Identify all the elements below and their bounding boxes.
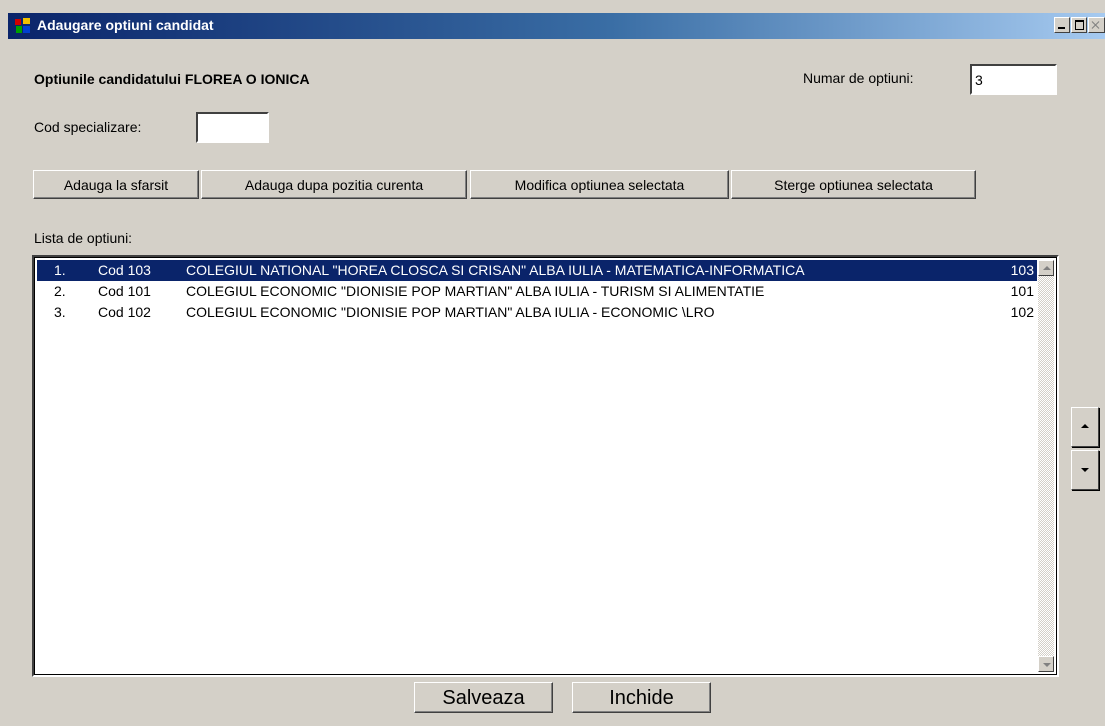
minimize-button[interactable] <box>1054 17 1070 33</box>
item-cod: Cod 101 <box>98 283 151 299</box>
list-scrollbar[interactable] <box>1038 260 1054 672</box>
app-icon <box>15 18 30 33</box>
list-item[interactable]: 3. Cod 102 COLEGIUL ECONOMIC "DIONISIE P… <box>37 302 1037 323</box>
list-item[interactable]: 2. Cod 101 COLEGIUL ECONOMIC "DIONISIE P… <box>37 281 1037 302</box>
save-button[interactable]: Salveaza <box>414 682 553 713</box>
dialog-window: Adaugare optiuni candidat Optiunile cand… <box>0 0 1105 726</box>
item-code: 103 <box>1010 262 1034 278</box>
arrow-down-icon <box>1081 468 1089 472</box>
modify-selected-button[interactable]: Modifica optiunea selectata <box>470 170 729 199</box>
add-after-current-button[interactable]: Adauga dupa pozitia curenta <box>201 170 467 199</box>
item-name: COLEGIUL ECONOMIC "DIONISIE POP MARTIAN"… <box>186 283 765 299</box>
options-list-label: Lista de optiuni: <box>34 230 133 246</box>
cod-specializare-input[interactable] <box>196 112 269 143</box>
scroll-down-arrow[interactable] <box>1038 656 1054 672</box>
options-listbox[interactable]: 1. Cod 103 COLEGIUL NATIONAL "HOREA CLOS… <box>32 255 1059 677</box>
triangle-up-icon <box>1043 266 1051 270</box>
option-count-field[interactable] <box>970 64 1057 95</box>
item-number: 3. <box>54 304 66 320</box>
item-number: 1. <box>54 262 66 278</box>
close-window-button[interactable] <box>1088 17 1105 33</box>
item-code: 101 <box>1010 283 1034 299</box>
maximize-button[interactable] <box>1071 17 1087 33</box>
cod-specializare-label: Cod specializare: <box>34 119 142 135</box>
move-up-button[interactable] <box>1071 407 1099 447</box>
list-item[interactable]: 1. Cod 103 COLEGIUL NATIONAL "HOREA CLOS… <box>37 260 1037 281</box>
triangle-down-icon <box>1043 663 1051 667</box>
title-bar[interactable]: Adaugare optiuni candidat <box>8 13 1105 39</box>
close-button[interactable]: Inchide <box>572 682 711 713</box>
move-down-button[interactable] <box>1071 450 1099 490</box>
scroll-up-arrow[interactable] <box>1038 260 1054 276</box>
item-cod: Cod 102 <box>98 304 151 320</box>
item-name: COLEGIUL NATIONAL "HOREA CLOSCA SI CRISA… <box>186 262 805 278</box>
item-name: COLEGIUL ECONOMIC "DIONISIE POP MARTIAN"… <box>186 304 715 320</box>
item-code: 102 <box>1010 304 1034 320</box>
add-end-button[interactable]: Adauga la sfarsit <box>33 170 199 199</box>
item-cod: Cod 103 <box>98 262 151 278</box>
arrow-up-icon <box>1081 424 1089 428</box>
window-title: Adaugare optiuni candidat <box>37 17 214 33</box>
item-number: 2. <box>54 283 66 299</box>
candidate-label: Optiunile candidatului FLOREA O IONICA <box>34 71 310 87</box>
option-count-label: Numar de optiuni: <box>803 70 914 86</box>
delete-selected-button[interactable]: Sterge optiunea selectata <box>731 170 976 199</box>
